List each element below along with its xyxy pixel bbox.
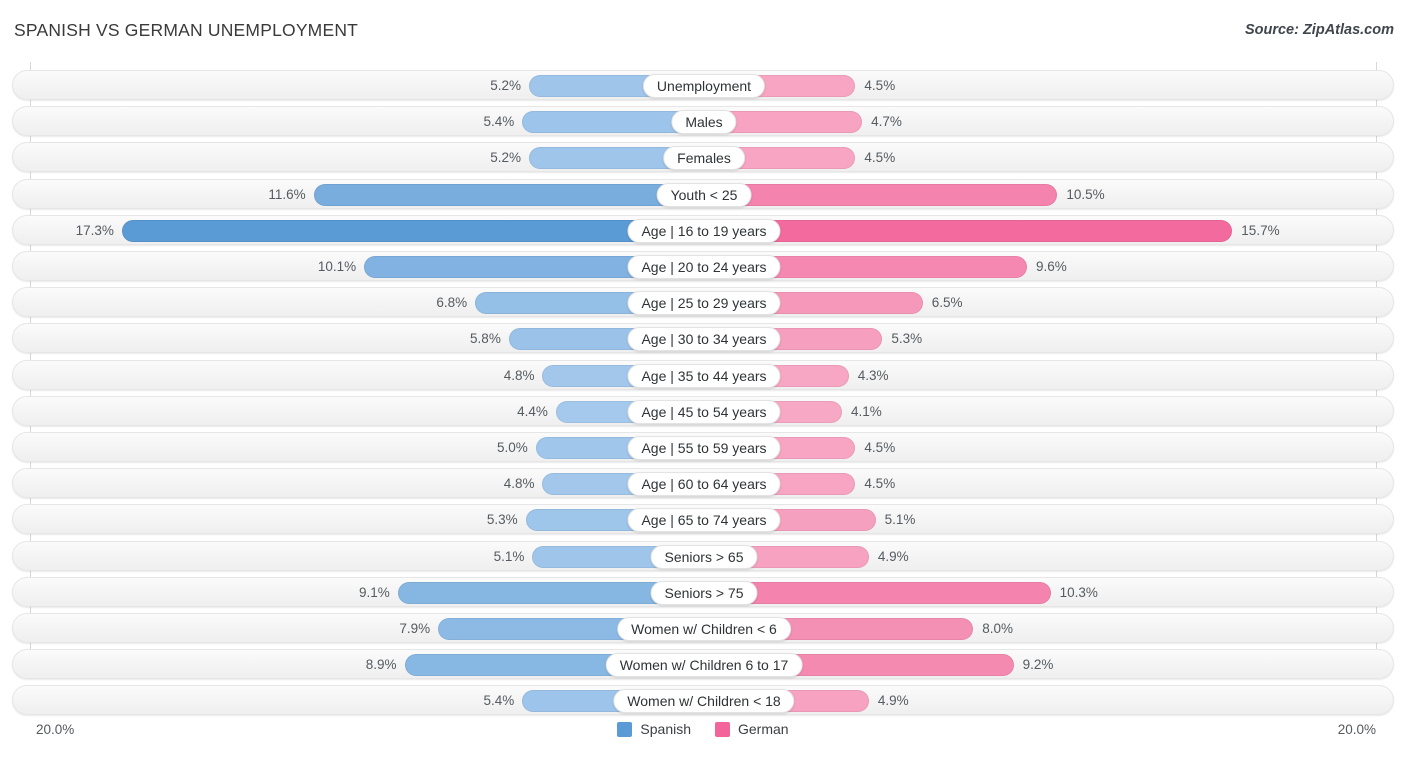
category-label: Women w/ Children < 6 (617, 617, 791, 641)
value-label-german: 9.2% (1022, 657, 1054, 673)
bar-spanish (313, 183, 704, 206)
page-title: SPANISH VS GERMAN UNEMPLOYMENT (14, 20, 359, 40)
table-row: 5.1% 4.9% Seniors > 65 (12, 540, 1394, 571)
legend-item-spanish[interactable]: Spanish (617, 721, 691, 737)
plot-area: 5.2% 4.5% Unemployment 5.4% 4.7% Males 5.2% 4.5… (0, 62, 1406, 717)
value-label-spanish: 9.1% (359, 584, 390, 600)
value-label-spanish: 5.0% (496, 440, 528, 455)
table-row: 5.2% 4.5% Unemployment (12, 70, 1394, 100)
value-label-german: 4.1% (850, 403, 882, 419)
value-label-german: 5.1% (884, 512, 916, 528)
value-label-german: 10.3% (1059, 584, 1098, 600)
table-row: 10.1% 9.6% Age | 20 to 24 years (12, 251, 1394, 281)
value-label-german: 10.5% (1066, 186, 1105, 202)
category-label: Women w/ Children < 18 (613, 689, 795, 714)
table-row: 17.3% 15.7% Age | 16 to 19 years (12, 214, 1394, 245)
table-row: 5.8% 5.3% Age | 30 to 34 years (12, 323, 1394, 354)
bar-german (704, 219, 1233, 242)
value-label-german: 4.5% (864, 78, 896, 93)
value-label-german: 6.5% (931, 295, 963, 311)
value-label-german: 4.5% (864, 476, 896, 492)
table-row: 11.6% 10.5% Youth < 25 (12, 178, 1394, 209)
category-label: Seniors > 65 (650, 544, 758, 569)
bar-german (704, 183, 1058, 206)
value-label-spanish: 10.1% (317, 259, 357, 274)
value-label-spanish: 7.9% (399, 621, 431, 636)
category-label: Unemployment (642, 74, 766, 98)
category-label: Males (671, 110, 737, 135)
value-label-spanish: 4.8% (503, 367, 535, 383)
table-row: 4.8% 4.5% Age | 60 to 64 years (12, 468, 1394, 499)
value-label-spanish: 17.3% (75, 222, 114, 238)
table-row: 8.9% 9.2% Women w/ Children 6 to 17 (12, 649, 1394, 680)
category-label: Seniors > 75 (650, 580, 758, 605)
value-label-german: 8.0% (982, 621, 1013, 636)
value-label-spanish: 6.8% (436, 295, 468, 311)
category-label: Age | 16 to 19 years (627, 218, 781, 243)
value-label-spanish: 4.8% (503, 476, 535, 492)
value-label-german: 4.5% (864, 440, 896, 455)
table-row: 5.4% 4.7% Males (12, 106, 1394, 137)
value-label-spanish: 5.2% (490, 150, 522, 166)
table-row: 5.2% 4.5% Females (12, 142, 1394, 173)
value-label-spanish: 5.2% (490, 78, 522, 93)
value-label-german: 5.3% (891, 331, 923, 347)
table-row: 4.4% 4.1% Age | 45 to 54 years (12, 395, 1394, 426)
value-label-german: 4.9% (877, 548, 909, 564)
value-label-spanish: 5.4% (483, 693, 515, 709)
category-label: Women w/ Children 6 to 17 (605, 653, 803, 678)
value-label-spanish: 8.9% (365, 657, 397, 673)
legend-swatch-icon (617, 721, 633, 737)
category-label: Age | 30 to 34 years (627, 327, 781, 352)
value-label-german: 9.6% (1036, 259, 1067, 274)
chart-page: SPANISH VS GERMAN UNEMPLOYMENT Source: Z… (0, 0, 1406, 757)
category-label: Age | 20 to 24 years (627, 255, 781, 279)
value-label-german: 15.7% (1241, 222, 1280, 238)
table-row: 9.1% 10.3% Seniors > 75 (12, 576, 1394, 607)
category-label: Age | 45 to 54 years (627, 399, 781, 424)
table-row: 5.4% 4.9% Women w/ Children < 18 (12, 685, 1394, 716)
table-row: 4.8% 4.3% Age | 35 to 44 years (12, 359, 1394, 390)
value-label-spanish: 5.3% (486, 512, 518, 528)
category-label: Age | 35 to 44 years (627, 363, 781, 388)
value-label-spanish: 4.4% (517, 403, 548, 419)
category-label: Youth < 25 (656, 182, 752, 207)
value-label-spanish: 5.4% (483, 114, 515, 130)
chart-footer: 20.0% 20.0% Spanish German (0, 718, 1406, 748)
category-label: Age | 60 to 64 years (627, 472, 781, 497)
legend: Spanish German (0, 721, 1406, 737)
table-row: 5.3% 5.1% Age | 65 to 74 years (12, 504, 1394, 535)
legend-swatch-icon (715, 721, 730, 737)
value-label-german: 4.7% (871, 114, 902, 130)
value-label-german: 4.5% (864, 150, 896, 166)
table-row: 5.0% 4.5% Age | 55 to 59 years (12, 432, 1394, 462)
category-label: Age | 25 to 29 years (627, 291, 781, 316)
value-label-german: 4.9% (877, 693, 909, 709)
category-label: Females (663, 146, 745, 171)
value-label-german: 4.3% (857, 367, 889, 383)
legend-label: Spanish (640, 721, 691, 737)
table-row: 7.9% 8.0% Women w/ Children < 6 (12, 613, 1394, 643)
legend-label: German (738, 721, 789, 737)
value-label-spanish: 5.8% (470, 331, 501, 347)
category-label: Age | 65 to 74 years (627, 508, 781, 533)
bar-spanish (121, 219, 704, 242)
value-label-spanish: 11.6% (268, 186, 306, 202)
legend-item-german[interactable]: German (715, 721, 789, 737)
category-label: Age | 55 to 59 years (627, 436, 781, 460)
table-row: 6.8% 6.5% Age | 25 to 29 years (12, 287, 1394, 318)
value-label-spanish: 5.1% (493, 548, 525, 564)
source-attribution: Source: ZipAtlas.com (1244, 22, 1394, 38)
